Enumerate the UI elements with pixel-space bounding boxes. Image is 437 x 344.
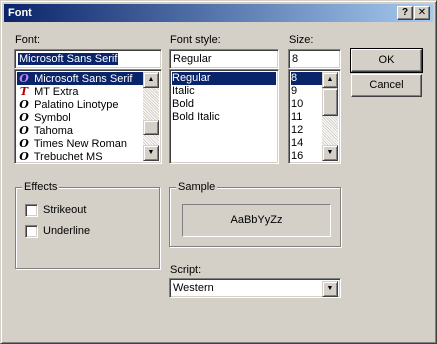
size-input[interactable]: 8 [288,49,341,69]
scroll-thumb[interactable] [143,120,159,135]
font-style-input[interactable]: Regular [169,49,279,69]
sample-preview: AaBbYyZz [182,204,331,237]
font-list-scrollbar[interactable]: ▲ ▼ [143,72,159,161]
opentype-font-icon: O [19,98,29,111]
font-item-label: Tahoma [33,125,73,137]
style-item-label: Bold [172,98,195,110]
size-list-scrollbar[interactable]: ▲ ▼ [322,72,338,161]
truetype-font-icon: T [19,85,29,98]
script-value: Western [173,282,214,294]
font-dialog: Font ? ✕ Font: Microsoft Sans Serif O Mi… [0,0,437,344]
font-item-label: Microsoft Sans Serif [34,73,133,85]
size-list-item[interactable]: 14 [291,137,322,150]
help-button[interactable]: ? [397,6,413,20]
size-item-label: 16 [291,150,304,162]
style-item-label: Regular [172,72,211,84]
scroll-up-icon[interactable]: ▲ [143,72,159,88]
scroll-thumb[interactable] [322,88,338,116]
font-list-item[interactable]: O Palatino Linotype [17,98,144,111]
style-item-label: Italic [172,85,195,97]
sample-group: Sample AaBbYyZz [169,181,341,247]
font-item-label: Symbol [34,112,71,124]
size-item-label: 14 [291,137,304,149]
opentype-font-icon: O [19,111,29,124]
style-item-label: Bold Italic [172,111,220,123]
effects-title: Effects [22,181,60,194]
size-list[interactable]: 8 9 10 11 12 14 16 ▲ ▼ [288,69,341,164]
style-list-item[interactable]: Bold [172,98,276,111]
font-list-item[interactable]: O Times New Roman [17,137,144,150]
font-list[interactable]: O Microsoft Sans Serif T MT Extra O Palati… [14,69,162,164]
size-item-label: 9 [291,85,298,97]
font-name-input[interactable]: Microsoft Sans Serif [14,49,162,69]
strikeout-label[interactable]: Strikeout [43,204,86,217]
opentype-font-icon: O [19,124,29,137]
effects-group: Effects Strikeout Underline [15,181,160,269]
style-list-item[interactable]: Bold Italic [172,111,276,124]
scroll-up-icon[interactable]: ▲ [322,72,338,88]
size-list-item[interactable]: 8 [291,72,322,85]
style-list-item[interactable]: Regular [172,72,276,85]
size-item-label: 8 [291,72,298,84]
font-list-item[interactable]: O Tahoma [17,124,144,137]
size-list-item[interactable]: 11 [291,111,322,124]
font-style-label: Font style: [170,34,221,46]
size-item-label: 12 [291,124,304,136]
size-item-label: 11 [291,111,303,123]
size-list-item[interactable]: 12 [291,124,322,137]
font-list-item[interactable]: O Symbol [17,111,144,124]
font-name-value: Microsoft Sans Serif [18,53,119,65]
font-item-label: Times New Roman [33,138,127,150]
underline-label[interactable]: Underline [43,225,90,238]
style-list-item[interactable]: Italic [172,85,276,98]
font-label: Font: [15,34,41,46]
scroll-down-icon[interactable]: ▼ [143,145,159,161]
close-button[interactable]: ✕ [414,6,430,20]
chevron-down-icon[interactable]: ▼ [322,281,338,297]
font-style-list[interactable]: Regular Italic Bold Bold Italic [169,69,279,164]
sample-title: Sample [176,181,218,194]
cancel-button[interactable]: Cancel [351,74,422,97]
size-item-label: 10 [291,98,304,110]
opentype-font-icon: O [19,150,29,163]
title-bar[interactable]: Font ? ✕ [4,4,433,22]
script-label: Script: [170,264,202,276]
font-style-value: Regular [173,53,212,65]
underline-checkbox[interactable] [25,225,38,238]
font-list-item[interactable]: O Trebuchet MS [17,150,144,163]
scroll-down-icon[interactable]: ▼ [322,145,338,161]
size-list-item[interactable]: 10 [291,98,322,111]
opentype-font-icon: O [19,137,29,150]
script-select[interactable]: Western ▼ [169,278,341,298]
size-label: Size: [289,34,314,46]
font-item-label: Trebuchet MS [33,151,103,163]
font-item-label: Palatino Linotype [34,99,119,111]
strikeout-checkbox[interactable] [25,204,38,217]
size-list-item[interactable]: 16 [291,150,322,163]
sample-text: AaBbYyZz [230,214,283,226]
size-value: 8 [292,53,299,65]
font-item-label: MT Extra [34,86,79,98]
opentype-font-icon: O [19,72,29,85]
font-list-item[interactable]: T MT Extra [17,85,144,98]
size-list-item[interactable]: 9 [291,85,322,98]
font-list-item[interactable]: O Microsoft Sans Serif [17,72,144,85]
ok-button[interactable]: OK [350,48,423,73]
window-title: Font [8,7,32,19]
